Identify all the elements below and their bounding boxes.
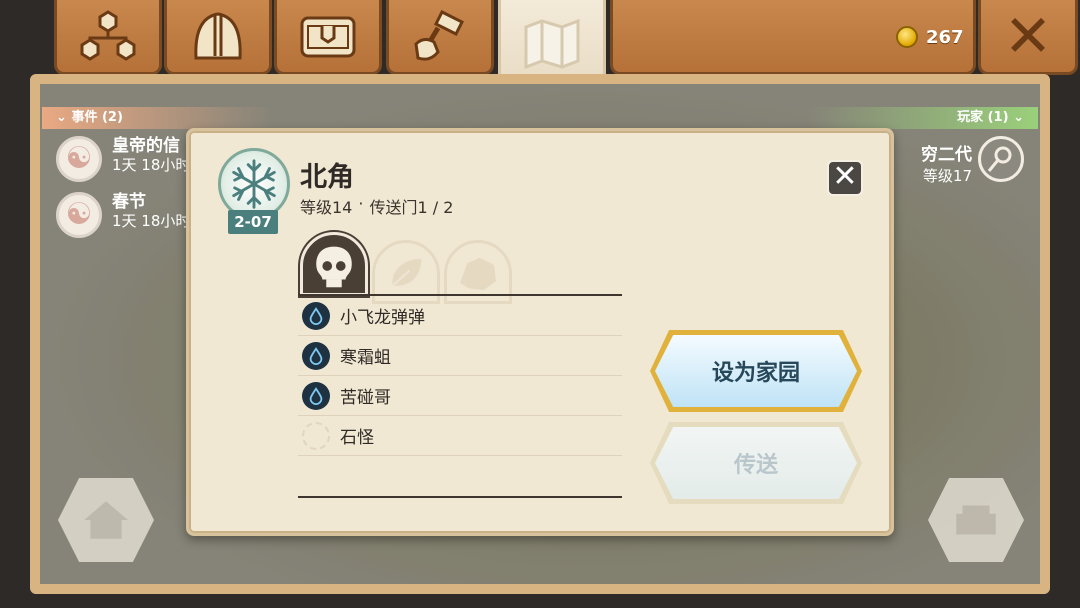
skull-icon bbox=[316, 246, 352, 288]
yin-yang-icon: ☯ bbox=[56, 192, 102, 238]
chevron-down-icon: ⌄ bbox=[56, 110, 67, 125]
coin-amount: 267 bbox=[926, 26, 964, 48]
yin-yang-icon: ☯ bbox=[56, 136, 102, 182]
coin-counter: 267 bbox=[896, 26, 964, 48]
close-menu-button[interactable]: ✕ bbox=[978, 0, 1078, 75]
monster-name: 苦碰哥 bbox=[340, 388, 391, 408]
teleport-label: 传送 bbox=[733, 453, 778, 478]
location-title: 北角 bbox=[300, 162, 354, 193]
tab-crafting[interactable] bbox=[386, 0, 494, 75]
helmet-icon bbox=[194, 12, 242, 60]
chevron-down-icon: ⌄ bbox=[1013, 110, 1024, 125]
hammer-hand-icon bbox=[414, 9, 465, 61]
tab-monsters[interactable] bbox=[300, 232, 368, 296]
pin-icon[interactable] bbox=[978, 136, 1024, 182]
set-home-button[interactable]: 设为家园 bbox=[650, 330, 862, 412]
events-header-label: 事件 (2) bbox=[71, 110, 123, 125]
gold-coin-icon bbox=[896, 26, 918, 48]
list-item[interactable]: 苦碰哥 bbox=[298, 376, 622, 416]
location-badge: 2-07 bbox=[228, 210, 278, 234]
separator: · bbox=[358, 194, 364, 213]
close-icon: ✕ bbox=[832, 159, 858, 194]
list-item[interactable]: 寒霜蛆 bbox=[298, 336, 622, 376]
portal-count: 传送门1 / 2 bbox=[369, 198, 454, 217]
leaf-icon bbox=[390, 256, 424, 288]
map-icon bbox=[524, 18, 580, 69]
treasure-chest-icon bbox=[300, 16, 356, 58]
snowflake-icon bbox=[232, 159, 276, 209]
player-item[interactable]: 穷二代 等级17 bbox=[912, 140, 972, 186]
hierarchy-icon bbox=[80, 10, 136, 61]
set-home-label: 设为家园 bbox=[711, 361, 800, 386]
list-divider bbox=[298, 496, 622, 498]
water-drop-icon bbox=[302, 341, 330, 370]
monster-name: 石怪 bbox=[340, 428, 374, 448]
events-header[interactable]: ⌄ 事件 (2) bbox=[42, 107, 272, 129]
event-title: 春节 bbox=[112, 192, 146, 212]
event-time: 1天 18小时 bbox=[112, 156, 191, 174]
list-item[interactable]: 小飞龙弹弹 bbox=[298, 296, 622, 336]
tab-family-tree[interactable] bbox=[54, 0, 162, 75]
empty-slot-icon bbox=[302, 421, 330, 450]
water-drop-icon bbox=[302, 381, 330, 410]
players-header-label: 玩家 (1) bbox=[957, 110, 1009, 125]
location-level: 等级14 bbox=[300, 198, 353, 217]
monster-name: 寒霜蛆 bbox=[340, 348, 391, 368]
players-header[interactable]: 玩家 (1) ⌄ bbox=[808, 107, 1038, 129]
house-icon bbox=[84, 501, 128, 539]
popup-close-button[interactable]: ✕ bbox=[827, 160, 863, 196]
tab-chest[interactable] bbox=[274, 0, 382, 75]
event-title: 皇帝的信 bbox=[112, 136, 180, 156]
event-item[interactable]: ☯ 春节 1天 18小时 bbox=[56, 192, 190, 238]
location-subtitle: 等级14 · 传送门1 / 2 bbox=[300, 194, 453, 218]
building-icon bbox=[956, 505, 996, 535]
rock-icon bbox=[460, 257, 496, 291]
list-item[interactable]: 石怪 bbox=[298, 416, 622, 456]
water-drop-icon bbox=[302, 301, 330, 330]
monster-name: 小飞龙弹弹 bbox=[340, 308, 425, 328]
event-time: 1天 18小时 bbox=[112, 212, 191, 230]
close-x-icon[interactable]: ✕ bbox=[1004, 7, 1053, 65]
player-name: 穷二代 bbox=[921, 145, 972, 165]
top-bar: 267 ✕ bbox=[0, 0, 1080, 88]
player-level: 等级17 bbox=[922, 167, 972, 185]
tab-equipment[interactable] bbox=[164, 0, 272, 75]
event-item[interactable]: ☯ 皇帝的信 1天 18小时 bbox=[56, 136, 190, 182]
teleport-button[interactable]: 传送 bbox=[650, 422, 862, 504]
